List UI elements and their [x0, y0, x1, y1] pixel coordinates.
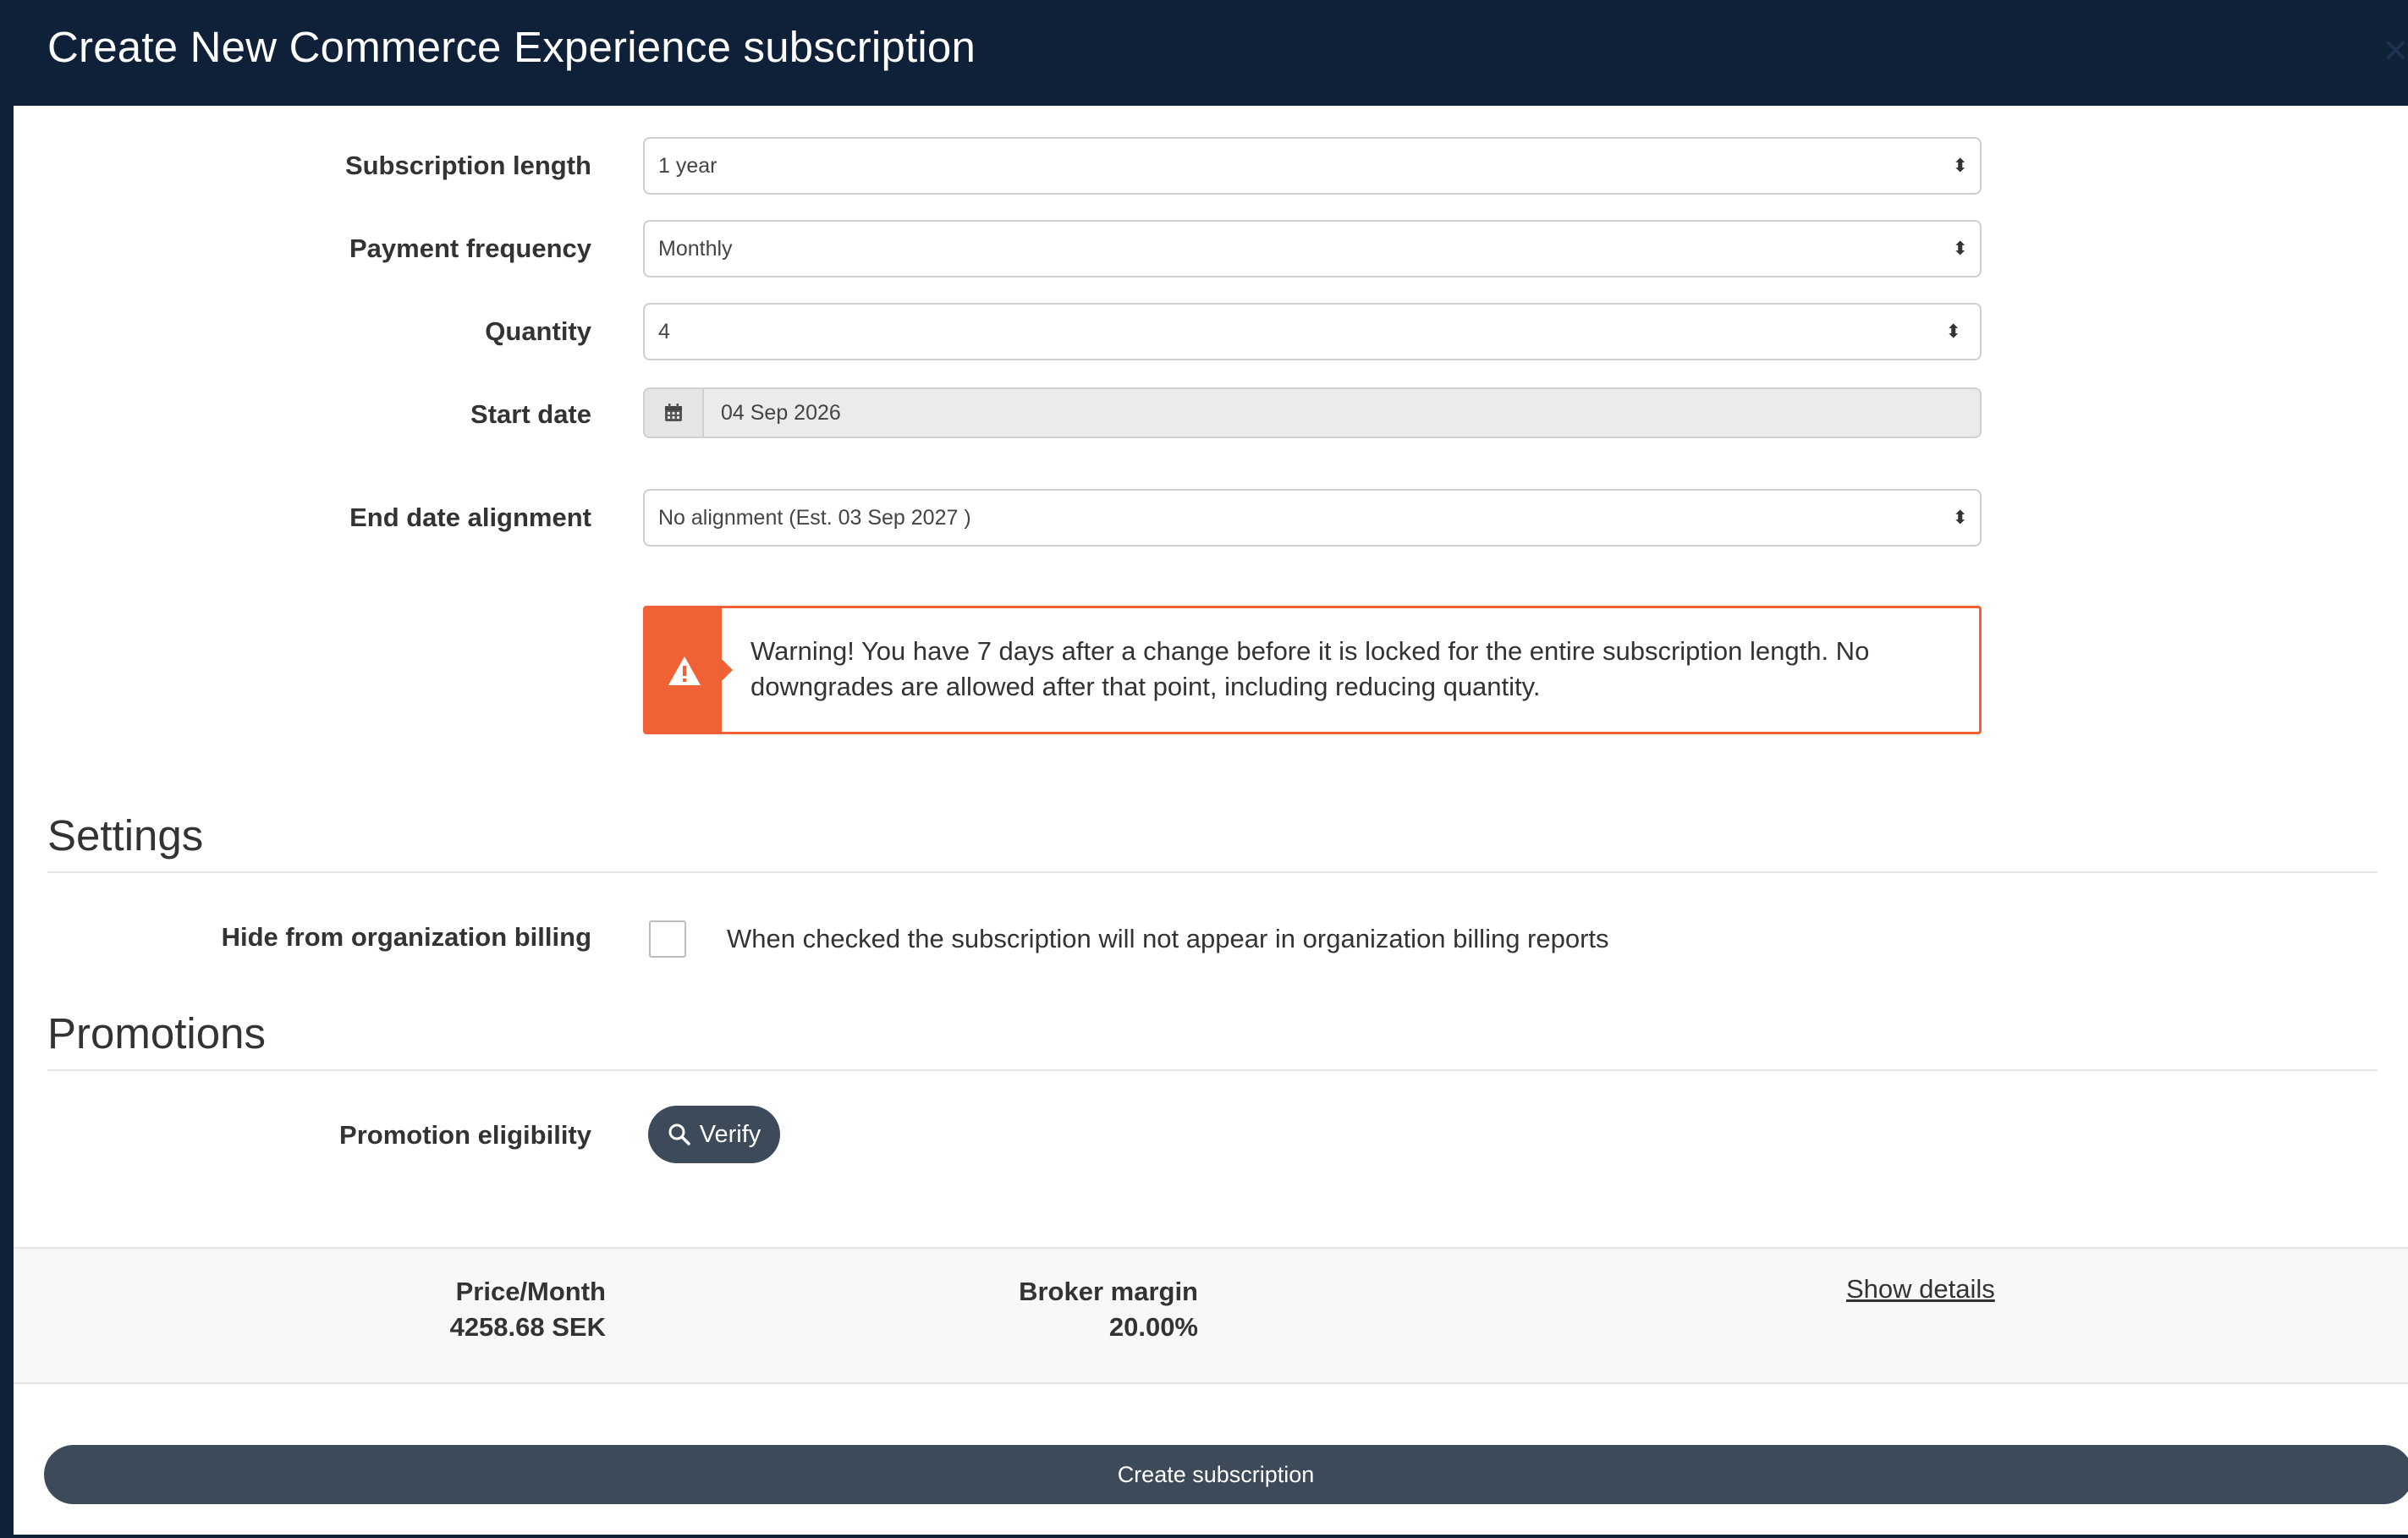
margin-value: 20.00% — [1108, 1312, 1198, 1342]
quantity-stepper[interactable]: 4 ⬍ — [643, 303, 1982, 360]
calendar-icon — [645, 389, 704, 437]
quantity-label: Quantity — [485, 316, 591, 346]
create-subscription-button[interactable]: Create subscription — [44, 1445, 2408, 1504]
warning-notch — [722, 659, 733, 681]
warning-alert: Warning! You have 7 days after a change … — [643, 606, 1982, 734]
start-date-field: 04 Sep 2026 — [643, 387, 1982, 438]
show-details-link[interactable]: Show details — [1846, 1274, 1995, 1305]
promotions-divider — [47, 1069, 2378, 1071]
price-block: Price/Month 4258.68 SEK — [437, 1274, 606, 1345]
verify-button-label: Verify — [699, 1120, 761, 1148]
margin-block: Broker margin 20.00% — [944, 1274, 1198, 1345]
hide-billing-label: Hide from organization billing — [221, 922, 591, 952]
promotion-eligibility-label: Promotion eligibility — [339, 1120, 591, 1150]
chevron-updown-icon: ⬍ — [1952, 238, 1968, 259]
end-date-alignment-select[interactable]: No alignment (Est. 03 Sep 2027 ) ⬍ — [643, 489, 1982, 547]
end-date-alignment-value: No alignment (Est. 03 Sep 2027 ) — [658, 506, 971, 530]
margin-label: Broker margin — [1019, 1277, 1198, 1306]
create-subscription-modal: Create New Commerce Experience subscript… — [14, 0, 2408, 1538]
subscription-length-select[interactable]: 1 year ⬍ — [643, 137, 1982, 195]
end-date-alignment-label: End date alignment — [349, 503, 591, 532]
hide-billing-description: When checked the subscription will not a… — [727, 924, 1609, 953]
warning-icon — [668, 656, 701, 685]
footer-edge — [14, 1535, 2408, 1538]
payment-frequency-select[interactable]: Monthly ⬍ — [643, 220, 1982, 277]
hide-billing-checkbox[interactable] — [649, 920, 686, 958]
search-icon — [668, 1123, 690, 1145]
payment-frequency-value: Monthly — [658, 237, 733, 261]
stepper-arrows-icon[interactable]: ⬍ — [1946, 305, 1961, 359]
chevron-updown-icon: ⬍ — [1952, 155, 1968, 176]
chevron-updown-icon: ⬍ — [1952, 507, 1968, 528]
price-value: 4258.68 SEK — [449, 1312, 606, 1342]
verify-button[interactable]: Verify — [648, 1106, 780, 1163]
warning-text: Warning! You have 7 days after a change … — [750, 636, 1870, 701]
subscription-length-value: 1 year — [658, 154, 717, 178]
warning-side-bar — [646, 608, 722, 732]
price-summary: Price/Month 4258.68 SEK Broker margin 20… — [14, 1247, 2408, 1384]
subscription-length-label: Subscription length — [344, 151, 591, 180]
promotions-heading: Promotions — [47, 1009, 266, 1057]
settings-heading: Settings — [47, 811, 204, 860]
close-icon[interactable]: × — [2383, 25, 2408, 74]
payment-frequency-label: Payment frequency — [349, 233, 591, 263]
start-date-label: Start date — [470, 399, 591, 429]
modal-footer: Create subscription — [14, 1384, 2408, 1538]
start-date-value: 04 Sep 2026 — [721, 401, 841, 425]
modal-header: Create New Commerce Experience subscript… — [14, 0, 2408, 106]
price-label: Price/Month — [455, 1277, 606, 1306]
modal-title: Create New Commerce Experience subscript… — [47, 23, 976, 71]
quantity-value: 4 — [658, 320, 670, 343]
settings-divider — [47, 871, 2378, 873]
